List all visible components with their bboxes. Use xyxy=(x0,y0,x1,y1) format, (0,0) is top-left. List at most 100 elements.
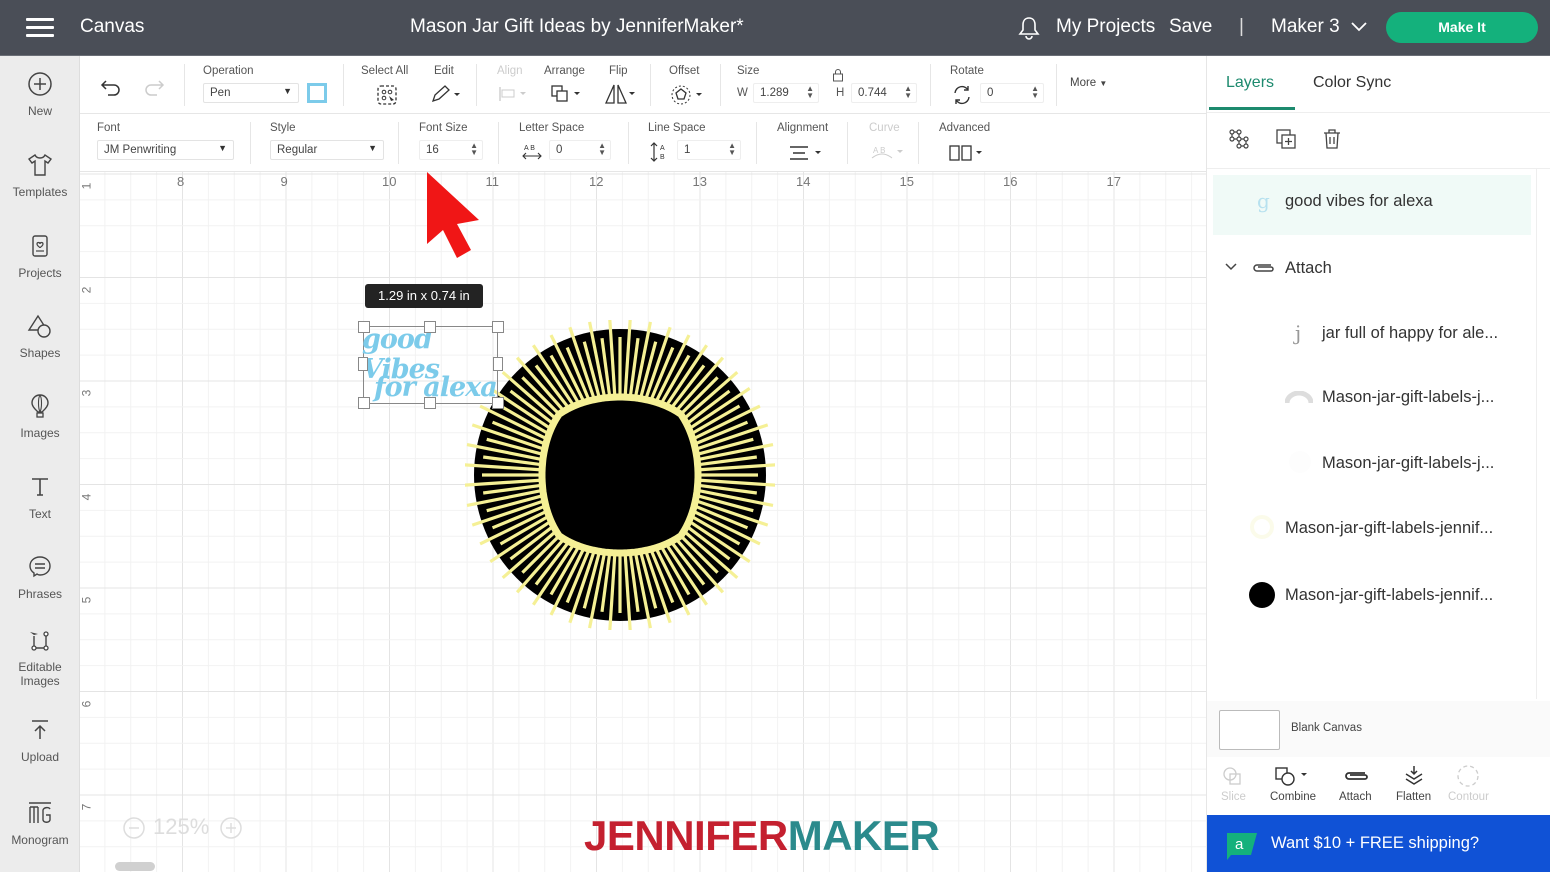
ruler-tick-label: 3 xyxy=(80,389,94,397)
layer-name[interactable]: Mason-jar-gift-labels-j... xyxy=(1322,454,1494,473)
stepper-icon[interactable]: ▲ ▼ xyxy=(728,142,736,157)
font-value: JM Penwriting xyxy=(104,144,177,156)
width-input[interactable]: 1.289 ▲ ▼ xyxy=(753,83,819,103)
operation-select[interactable]: Pen ▼ xyxy=(203,83,299,103)
horizontal-scrollbar[interactable] xyxy=(115,862,155,871)
resize-handle[interactable] xyxy=(358,397,370,409)
chevron-down-icon[interactable] xyxy=(1350,21,1368,33)
save-button[interactable]: Save xyxy=(1169,16,1212,38)
sunburst-label-image[interactable] xyxy=(465,320,775,630)
curve-icon: A B xyxy=(871,146,903,159)
edit-pencil-icon[interactable] xyxy=(430,84,462,104)
contour-button[interactable]: Contour xyxy=(1448,765,1489,803)
offset-icon[interactable] xyxy=(670,84,706,106)
hamburger-menu-icon[interactable] xyxy=(26,18,54,38)
slice-button[interactable]: Slice xyxy=(1221,765,1246,803)
undo-icon[interactable] xyxy=(100,78,122,96)
select-all-icon[interactable] xyxy=(376,84,398,106)
sidebar-item-text[interactable]: Text xyxy=(0,473,80,521)
attach-button[interactable]: Attach xyxy=(1339,765,1372,803)
resize-handle[interactable] xyxy=(492,397,504,409)
watermark-part2: MAKER xyxy=(787,812,940,859)
alignment-center-icon[interactable] xyxy=(788,144,824,162)
layer-thumbnail: j xyxy=(1295,321,1302,345)
lock-icon[interactable] xyxy=(832,68,844,82)
flatten-button[interactable]: Flatten xyxy=(1396,765,1431,803)
advanced-icon[interactable] xyxy=(948,144,988,162)
sidebar-item-shapes[interactable]: Shapes xyxy=(0,312,80,360)
flip-icon[interactable] xyxy=(604,83,638,105)
sidebar-item-phrases[interactable]: Phrases xyxy=(0,553,80,601)
resize-handle[interactable] xyxy=(424,321,436,333)
letter-space-input[interactable]: 0 ▲ ▼ xyxy=(549,140,611,160)
zoom-level: 125% xyxy=(153,814,210,839)
left-sidebar: New Templates Projects Shapes Images Tex… xyxy=(0,56,80,872)
sidebar-item-projects[interactable]: Projects xyxy=(0,232,80,280)
selected-text-object[interactable]: good Vibes for alexa xyxy=(362,325,498,404)
layer-operations: Slice Combine Attach Flatten Contour xyxy=(1207,757,1550,815)
height-label: H xyxy=(836,87,845,99)
font-select[interactable]: JM Penwriting ▼ xyxy=(97,140,234,160)
rotate-icon[interactable] xyxy=(951,84,973,106)
tab-color-sync[interactable]: Color Sync xyxy=(1313,74,1391,92)
layer-name[interactable]: Mason-jar-gift-labels-jennif... xyxy=(1285,519,1493,538)
letter-space-label: Letter Space xyxy=(519,122,585,134)
blank-canvas-row[interactable]: Blank Canvas xyxy=(1207,701,1550,757)
font-size-input[interactable]: 16 ▲ ▼ xyxy=(419,140,483,160)
combine-button[interactable]: Combine xyxy=(1270,765,1316,803)
attach-group[interactable]: Attach xyxy=(1285,259,1332,278)
resize-handle[interactable] xyxy=(358,321,370,333)
stepper-icon[interactable]: ▲ ▼ xyxy=(1031,85,1039,100)
make-it-button[interactable]: Make It xyxy=(1386,12,1538,43)
line-space-input[interactable]: 1 ▲ ▼ xyxy=(677,140,741,160)
machine-selector[interactable]: Maker 3 xyxy=(1271,16,1340,38)
stepper-icon[interactable]: ▲ ▼ xyxy=(904,85,912,100)
slice-label: Slice xyxy=(1221,791,1246,803)
stepper-icon[interactable]: ▲ ▼ xyxy=(806,85,814,100)
sidebar-item-templates[interactable]: Templates xyxy=(0,151,80,199)
line-space-label: Line Space xyxy=(648,122,706,134)
sidebar-item-monogram[interactable]: Monogram xyxy=(0,799,80,847)
resize-handle[interactable] xyxy=(493,357,503,371)
operation-color-swatch[interactable] xyxy=(307,83,327,103)
sidebar-label: Text xyxy=(28,507,51,521)
arrange-label: Arrange xyxy=(544,65,585,77)
layer-thumbnail: g xyxy=(1257,189,1270,213)
duplicate-icon[interactable] xyxy=(1274,127,1298,151)
sidebar-item-images[interactable]: Images xyxy=(0,392,80,440)
blank-canvas-swatch[interactable] xyxy=(1219,710,1280,750)
height-input[interactable]: 0.744 ▲ ▼ xyxy=(851,83,917,103)
stepper-icon[interactable]: ▲ ▼ xyxy=(598,142,606,157)
rotate-input[interactable]: 0 ▲ ▼ xyxy=(980,83,1044,103)
width-value: 1.289 xyxy=(760,87,789,99)
more-button[interactable]: More ▼ xyxy=(1070,77,1107,89)
resize-handle[interactable] xyxy=(424,397,436,409)
layer-name[interactable]: Mason-jar-gift-labels-jennif... xyxy=(1285,586,1493,605)
stepper-icon[interactable]: ▲ ▼ xyxy=(470,142,478,157)
sidebar-item-new[interactable]: New xyxy=(0,70,80,118)
tab-layers[interactable]: Layers xyxy=(1226,74,1274,92)
promo-banner[interactable]: a Want $10 + FREE shipping? xyxy=(1207,815,1550,872)
bell-icon[interactable] xyxy=(1017,15,1041,41)
layer-name[interactable]: Mason-jar-gift-labels-j... xyxy=(1322,388,1494,407)
zoom-in-icon[interactable] xyxy=(219,816,243,840)
align-label: Align xyxy=(497,65,523,77)
zoom-out-icon[interactable] xyxy=(122,816,146,840)
sidebar-item-upload[interactable]: Upload xyxy=(0,716,80,764)
my-projects-link[interactable]: My Projects xyxy=(1056,16,1155,38)
chevron-down-icon[interactable] xyxy=(1224,262,1238,272)
redo-icon[interactable] xyxy=(143,78,165,96)
layer-name[interactable]: good vibes for alexa xyxy=(1285,192,1433,211)
resize-handle[interactable] xyxy=(492,321,504,333)
group-icon[interactable] xyxy=(1227,127,1251,151)
flatten-label: Flatten xyxy=(1396,791,1432,803)
design-canvas[interactable]: 8 9 10 11 12 13 14 15 16 17 1234567 1.29 in x 0.7… xyxy=(80,172,1206,872)
arrange-icon[interactable] xyxy=(550,84,584,104)
layer-name[interactable]: jar full of happy for ale... xyxy=(1322,324,1498,343)
more-label: More xyxy=(1070,77,1097,89)
style-select[interactable]: Regular ▼ xyxy=(270,140,384,160)
delete-trash-icon[interactable] xyxy=(1320,127,1344,151)
upload-icon xyxy=(32,720,48,739)
sidebar-item-editable-images[interactable]: Editable Images xyxy=(0,626,80,688)
resize-handle[interactable] xyxy=(358,357,368,371)
